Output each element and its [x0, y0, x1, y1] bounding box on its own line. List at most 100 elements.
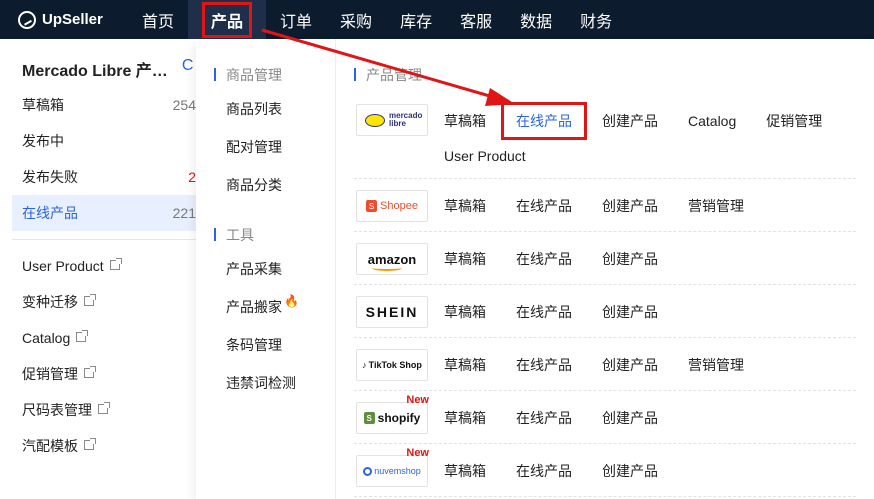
link-promotions[interactable]: 促销管理	[766, 105, 822, 137]
sidebar-item-auto-parts-template[interactable]: 汽配模板	[12, 428, 196, 464]
sidebar-item-count: 2	[188, 169, 196, 185]
sidebar-item-drafts[interactable]: 草稿箱 254	[12, 87, 196, 123]
external-link-icon	[84, 294, 96, 306]
sidebar-item-publishing[interactable]: 发布中	[12, 123, 196, 159]
link-drafts[interactable]: 草稿箱	[444, 190, 486, 222]
menu-item-barcode[interactable]: 条码管理	[196, 326, 335, 364]
menu-item-product-migration[interactable]: 产品搬家 🔥	[196, 288, 335, 326]
sidebar-link-text: 尺码表管理	[22, 402, 92, 418]
sidebar-link-text: User Product	[22, 258, 104, 274]
link-online-products[interactable]: 在线产品	[516, 243, 572, 275]
sidebar-item-user-product[interactable]: User Product	[12, 248, 196, 284]
nav-inventory-label: 库存	[400, 13, 433, 31]
link-online-products[interactable]: 在线产品	[501, 102, 587, 140]
menu-item-product-collection[interactable]: 产品采集	[196, 250, 335, 288]
sidebar-item-online-products[interactable]: 在线产品 221	[12, 195, 196, 231]
group-title-product-management: 商品管理	[196, 64, 335, 86]
nav-purchase[interactable]: 采购	[326, 0, 386, 39]
logo-text: Shopee	[380, 200, 418, 212]
link-drafts[interactable]: 草稿箱	[444, 105, 486, 137]
shopee-logo: S Shopee	[356, 190, 428, 222]
nav-finance[interactable]: 财务	[566, 0, 626, 39]
external-link-icon	[98, 402, 110, 414]
nav-customer-service[interactable]: 客服	[446, 0, 506, 39]
nav-home[interactable]: 首页	[128, 0, 188, 39]
menu-item-product-list[interactable]: 商品列表	[196, 90, 335, 128]
logo-text: UpSeller	[42, 11, 103, 28]
link-user-product[interactable]: User Product	[444, 140, 526, 172]
link-drafts[interactable]: 草稿箱	[444, 402, 486, 434]
link-drafts[interactable]: 草稿箱	[444, 349, 486, 381]
nav-products[interactable]: 产品	[188, 0, 267, 39]
external-link-icon	[76, 330, 89, 342]
new-badge: New	[406, 394, 429, 406]
tiktok-note-icon: ♪	[362, 360, 367, 370]
platform-row-mercadolibre: mercado libre 草稿箱 在线产品 创建产品 Catalog 促销管理…	[354, 89, 856, 179]
menu-item-pairing[interactable]: 配对管理	[196, 128, 335, 166]
sidebar-item-count: 254	[172, 97, 196, 113]
sidebar-item-label: 变种迁移	[22, 292, 96, 312]
mercadolibre-logo: mercado libre	[356, 104, 428, 136]
sidebar-item-label: 草稿箱	[22, 97, 64, 113]
link-online-products[interactable]: 在线产品	[516, 349, 572, 381]
sidebar-divider	[12, 239, 196, 240]
sidebar-title-text: Mercado Libre 产…	[22, 63, 168, 80]
sidebar-item-catalog[interactable]: Catalog	[12, 320, 196, 356]
sidebar-item-label: 促销管理	[22, 364, 96, 384]
new-badge: New	[406, 447, 429, 459]
nav-inventory[interactable]: 库存	[386, 0, 446, 39]
sidebar-item-promotions[interactable]: 促销管理	[12, 356, 196, 392]
menu-item-categories[interactable]: 商品分类	[196, 166, 335, 204]
logo-text: amazon	[367, 251, 417, 271]
sidebar-item-label: 尺码表管理	[22, 400, 110, 420]
sidebar-item-variant-migration[interactable]: 变种迁移	[12, 284, 196, 320]
group-title-tools: 工具	[196, 224, 335, 246]
shopee-bag-icon: S	[366, 200, 378, 212]
sidebar-item-publish-failed[interactable]: 发布失败 2	[12, 159, 196, 195]
sidebar-link-text: 变种迁移	[22, 294, 78, 310]
link-create-product[interactable]: 创建产品	[602, 455, 658, 487]
link-marketing[interactable]: 营销管理	[688, 190, 744, 222]
switch-icon[interactable]: C	[182, 57, 194, 87]
platform-row-amazon: amazon 草稿箱 在线产品 创建产品	[354, 232, 856, 285]
nav-data[interactable]: 数据	[506, 0, 566, 39]
tiktok-logo-mark: ♪ TikTok Shop	[362, 360, 422, 370]
platform-links: 草稿箱 在线产品 创建产品 营销管理	[444, 190, 864, 222]
link-drafts[interactable]: 草稿箱	[444, 455, 486, 487]
mercadolibre-logo-mark: mercado libre	[365, 112, 422, 128]
menu-column-platforms: 产品管理 mercado libre 草稿箱 在线产品 创建产品 Catalog…	[336, 39, 874, 499]
hot-fire-icon: 🔥	[284, 294, 299, 308]
link-create-product[interactable]: 创建产品	[602, 190, 658, 222]
tiktok-shop-logo: ♪ TikTok Shop	[356, 349, 428, 381]
shopify-logo: Sshopify New	[356, 394, 429, 434]
link-drafts[interactable]: 草稿箱	[444, 296, 486, 328]
sidebar-item-label: User Product	[22, 258, 122, 274]
logo-text: nuvemshop	[374, 466, 421, 476]
external-link-icon	[109, 258, 122, 270]
nav-orders[interactable]: 订单	[266, 0, 326, 39]
link-catalog[interactable]: Catalog	[688, 105, 736, 137]
link-online-products[interactable]: 在线产品	[516, 296, 572, 328]
link-create-product[interactable]: 创建产品	[602, 349, 658, 381]
sidebar-link-text: Catalog	[22, 330, 71, 346]
link-online-products[interactable]: 在线产品	[516, 402, 572, 434]
nuvemshop-cloud-icon	[363, 466, 373, 476]
link-create-product[interactable]: 创建产品	[602, 105, 658, 137]
logo-text: SHEIN	[365, 304, 419, 320]
upseller-logo[interactable]: UpSeller	[18, 10, 128, 29]
platform-links: 草稿箱 在线产品 创建产品	[444, 296, 864, 328]
nav-products-label: 产品	[202, 1, 253, 38]
main-nav: 首页 产品 订单 采购 库存 客服 数据 财务	[128, 0, 626, 39]
link-create-product[interactable]: 创建产品	[602, 402, 658, 434]
link-create-product[interactable]: 创建产品	[602, 243, 658, 275]
link-online-products[interactable]: 在线产品	[516, 455, 572, 487]
menu-item-banned-words[interactable]: 违禁词检测	[196, 364, 335, 402]
sidebar-item-size-chart[interactable]: 尺码表管理	[12, 392, 196, 428]
top-navigation-bar: UpSeller 首页 产品 订单 采购 库存 客服 数据 财务	[0, 0, 874, 39]
menu-item-label: 产品搬家	[226, 299, 282, 315]
nav-purchase-label: 采购	[340, 13, 373, 31]
link-online-products[interactable]: 在线产品	[516, 190, 572, 222]
link-create-product[interactable]: 创建产品	[602, 296, 658, 328]
link-drafts[interactable]: 草稿箱	[444, 243, 486, 275]
link-marketing[interactable]: 营销管理	[688, 349, 744, 381]
